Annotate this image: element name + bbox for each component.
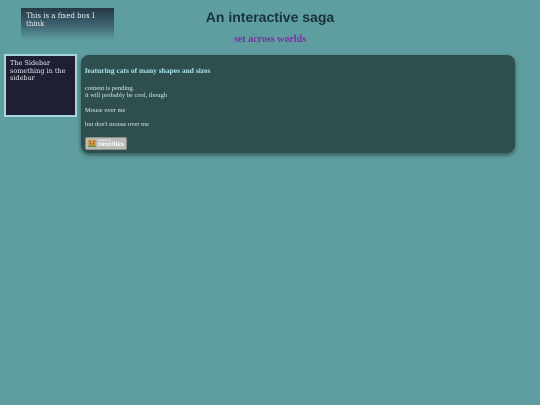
main-heading: featuring cats of many shapes and sizes — [85, 66, 211, 75]
dont-mouse-over-text[interactable]: but don't mouse over me — [85, 121, 511, 129]
badge-text: hosted by neocities — [98, 138, 124, 148]
badge-neocities: neocities — [97, 142, 124, 148]
page-subtitle: set across worlds — [233, 34, 307, 45]
sidebar-text: something in the sidebar — [10, 66, 66, 82]
main-content-panel: featuring cats of many shapes and sizes … — [81, 55, 515, 153]
mouse-over-text[interactable]: Mouse over me — [85, 107, 511, 115]
page-title: An interactive saga — [205, 9, 335, 25]
cat-face-icon — [88, 139, 96, 147]
content-line-2: it will probably be cool, though — [85, 92, 167, 99]
neocities-badge-link[interactable]: hosted by neocities — [85, 136, 127, 150]
content-line-1: content is pending. — [85, 84, 135, 92]
sidebar: The Sidebar something in the sidebar — [4, 54, 77, 117]
